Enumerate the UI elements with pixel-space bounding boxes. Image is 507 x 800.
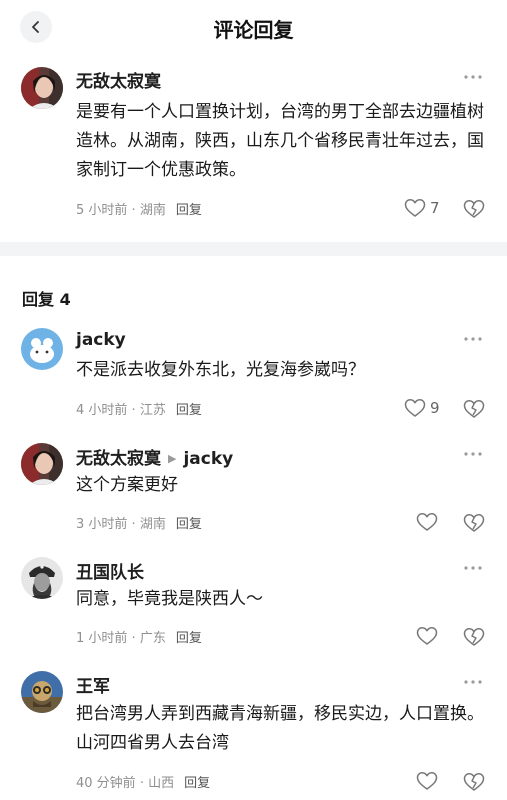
section-divider	[0, 242, 507, 256]
more-dots-icon[interactable]	[463, 73, 483, 81]
like-button[interactable]	[416, 512, 438, 532]
broken-heart-icon[interactable]	[463, 627, 485, 647]
more-dots-icon[interactable]	[463, 335, 483, 343]
reply-button[interactable]: 回复	[176, 203, 202, 218]
author-name-text[interactable]: 无敌太寂寞	[76, 449, 161, 469]
comment-meta: 40 分钟前 · 山西 回复	[76, 776, 211, 791]
like-button[interactable]	[416, 771, 438, 791]
heart-icon	[404, 399, 426, 417]
comment-text: 把台湾男人弄到西藏青海新疆，移民实边，人口置换。山河四省男人去台湾	[76, 704, 484, 753]
heart-icon	[416, 627, 438, 645]
reply-button[interactable]: 回复	[184, 776, 210, 791]
like-count: 9	[430, 399, 440, 417]
reply-to-name[interactable]: jacky	[183, 449, 233, 469]
author-name[interactable]: jacky	[76, 330, 126, 350]
more-dots-icon[interactable]	[463, 564, 483, 572]
reply-arrow-icon: ▶	[168, 452, 177, 465]
comment-text: 这个方案更好	[76, 475, 178, 495]
comment-meta: 5 小时前 · 湖南 回复	[76, 203, 202, 218]
location: 江苏	[139, 403, 166, 418]
like-button[interactable]: 7	[404, 198, 440, 218]
replies-count-header: 回复 4	[22, 290, 71, 309]
comment-text: 不是派去收复外东北，光复海参崴吗？	[76, 360, 365, 380]
more-dots-icon[interactable]	[463, 678, 483, 686]
author-name[interactable]: 无敌太寂寞 ▶ jacky	[76, 444, 233, 469]
broken-heart-icon[interactable]	[463, 513, 485, 533]
header-bar: 评论回复	[0, 0, 507, 56]
author-name[interactable]: 丑国队长	[76, 558, 144, 583]
reply-button[interactable]: 回复	[176, 517, 202, 532]
reply-button[interactable]: 回复	[176, 631, 202, 646]
author-name[interactable]: 无敌太寂寞	[76, 67, 161, 92]
page-title: 评论回复	[213, 18, 294, 42]
author-name[interactable]: 王军	[76, 672, 110, 697]
heart-icon	[404, 199, 426, 217]
like-count: 7	[430, 199, 440, 217]
location: 广东	[139, 631, 166, 646]
location: 山西	[148, 776, 175, 791]
like-button[interactable]: 9	[404, 398, 440, 418]
comment-meta: 3 小时前 · 湖南 回复	[76, 517, 202, 532]
comment-meta: 4 小时前 · 江苏 回复	[76, 403, 202, 418]
broken-heart-icon[interactable]	[463, 199, 485, 219]
avatar[interactable]	[21, 328, 63, 370]
avatar[interactable]	[21, 557, 63, 599]
avatar[interactable]	[21, 671, 63, 713]
broken-heart-icon[interactable]	[463, 772, 485, 792]
comment-text: 是要有一个人口置换计划，台湾的男丁全部去边疆植树造林。从湖南，陕西，山东几个省移…	[76, 102, 484, 180]
avatar[interactable]	[21, 443, 63, 485]
like-button[interactable]	[416, 626, 438, 646]
timestamp: 4 小时前	[76, 403, 128, 418]
more-dots-icon[interactable]	[463, 450, 483, 458]
timestamp: 1 小时前	[76, 631, 128, 646]
timestamp: 3 小时前	[76, 517, 128, 532]
reply-button[interactable]: 回复	[176, 403, 202, 418]
comment-text: 同意，毕竟我是陕西人～	[76, 589, 263, 609]
comment-meta: 1 小时前 · 广东 回复	[76, 631, 202, 646]
timestamp: 5 小时前	[76, 203, 128, 218]
location: 湖南	[139, 203, 166, 218]
location: 湖南	[139, 517, 166, 532]
heart-icon	[416, 513, 438, 531]
heart-icon	[416, 772, 438, 790]
avatar[interactable]	[21, 67, 63, 109]
broken-heart-icon[interactable]	[463, 399, 485, 419]
timestamp: 40 分钟前	[76, 776, 136, 791]
